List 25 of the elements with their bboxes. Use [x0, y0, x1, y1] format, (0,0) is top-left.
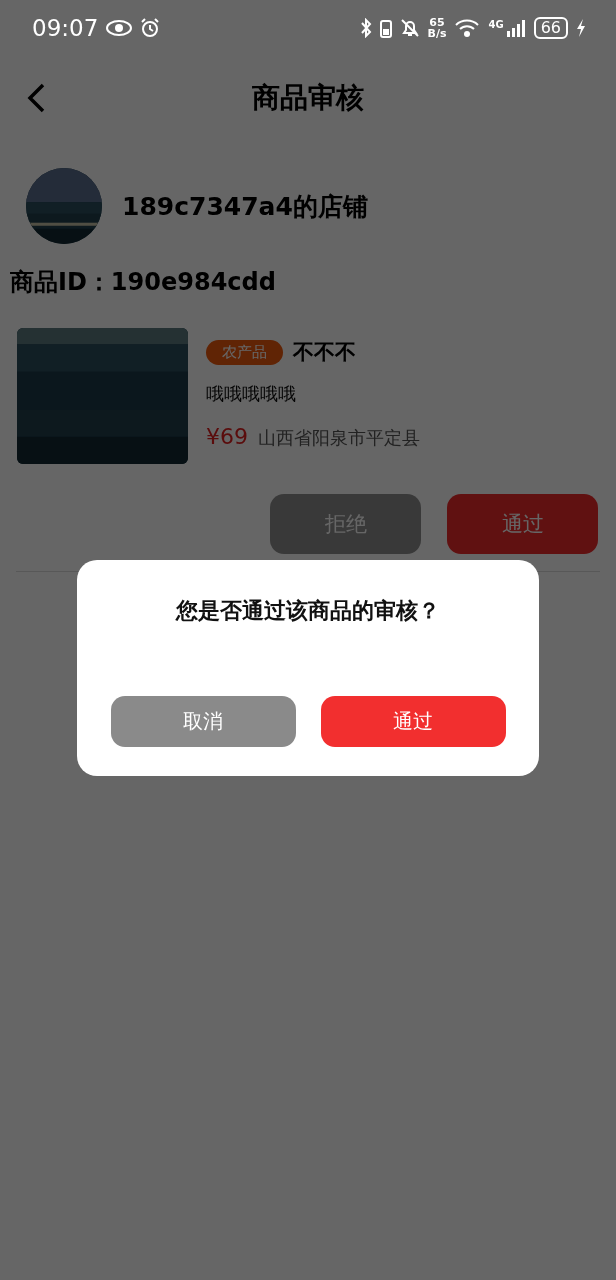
approve-button[interactable]: 通过 [447, 494, 598, 554]
status-time: 09:07 [32, 15, 99, 41]
battery-level: 66 [533, 17, 568, 39]
product-name: 不不不 [293, 339, 356, 366]
dialog-message: 您是否通过该商品的审核？ [176, 597, 440, 625]
signal-icon [505, 18, 526, 38]
product-location: 山西省阳泉市平定县 [258, 426, 420, 450]
charging-icon [576, 18, 586, 38]
bell-muted-icon [399, 18, 420, 38]
product-id: 商品ID：190e984cdd [9, 267, 277, 298]
confirm-button[interactable]: 通过 [320, 696, 506, 747]
wifi-icon [454, 18, 481, 38]
network-type: 4G [488, 19, 504, 30]
bluetooth-icon [359, 18, 372, 38]
category-tag: 农产品 [206, 339, 283, 365]
eye-icon [106, 20, 133, 36]
shop-name: 189c7347a4的店铺 [122, 190, 368, 223]
phone-battery-icon [379, 18, 392, 38]
alarm-icon [140, 18, 161, 38]
cancel-button[interactable]: 取消 [110, 696, 296, 747]
product-description: 哦哦哦哦哦 [206, 382, 297, 406]
network-speed: 65 B/s [427, 17, 447, 39]
back-icon[interactable] [26, 82, 46, 114]
page-title: 商品审核 [252, 80, 364, 116]
product-price: ¥69 [206, 424, 248, 449]
